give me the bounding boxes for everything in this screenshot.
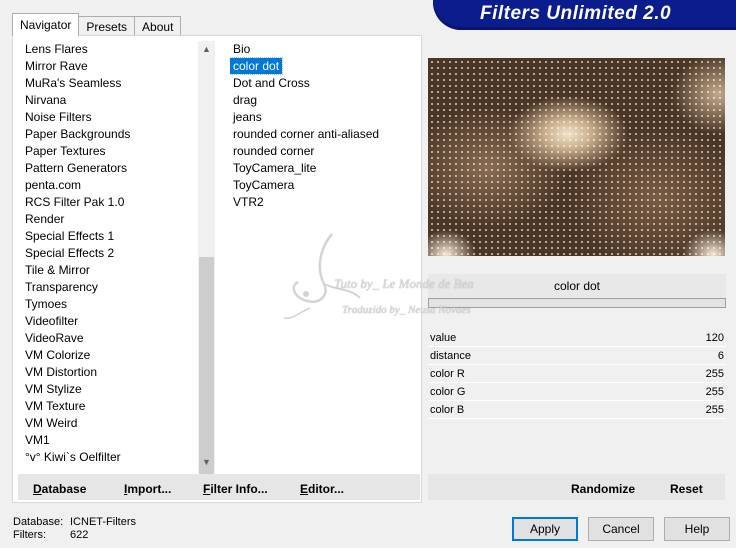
category-item[interactable]: VM Weird <box>18 415 198 432</box>
category-scrollbar[interactable]: ▲ ▼ <box>198 41 215 494</box>
filter-item-label: color dot <box>230 57 284 75</box>
watermark-line-1: Tuto by_ Le Monde de Bea <box>334 276 474 291</box>
filter-item-label: rounded corner <box>233 144 315 158</box>
parameter-value: 255 <box>705 386 724 398</box>
cancel-button[interactable]: Cancel <box>588 517 654 541</box>
filter-item-label: drag <box>233 93 258 107</box>
category-item[interactable]: VM Texture <box>18 398 198 415</box>
parameter-value: 255 <box>705 404 724 416</box>
category-item[interactable]: VM Distortion <box>18 364 198 381</box>
category-item[interactable]: Tile & Mirror <box>18 262 198 279</box>
preview-dot-pattern <box>428 58 725 256</box>
tab-navigator[interactable]: Navigator <box>12 13 80 36</box>
filter-item[interactable]: jeans <box>230 109 420 126</box>
filter-item-label: ToyCamera_lite <box>233 161 317 175</box>
filter-item[interactable]: rounded corner <box>230 143 420 160</box>
category-item[interactable]: VM Stylize <box>18 381 198 398</box>
category-item[interactable]: Nirvana <box>18 92 198 109</box>
filter-item[interactable]: Bio <box>230 41 420 58</box>
category-item[interactable]: Pattern Generators <box>18 160 198 177</box>
category-item[interactable]: Mirror Rave <box>18 58 198 75</box>
status-database-label: Database: <box>13 516 64 528</box>
category-item[interactable]: Special Effects 1 <box>18 228 198 245</box>
navigator-toolbar: Database Import... Filter Info... Editor… <box>18 474 420 500</box>
category-list[interactable]: Lens Flares Mirror Rave MuRa's Seamless Nir… <box>18 41 198 471</box>
tab-about[interactable]: About <box>134 16 182 36</box>
filter-item[interactable]: ToyCamera_lite <box>230 160 420 177</box>
parameter-row[interactable]: color B 255 <box>428 401 726 419</box>
tab-presets[interactable]: Presets <box>78 16 136 36</box>
category-item[interactable]: Transparency <box>18 279 198 296</box>
filter-item[interactable]: Dot and Cross <box>230 75 420 92</box>
parameter-row[interactable]: value 120 <box>428 329 726 347</box>
reset-button[interactable]: Reset <box>670 482 703 496</box>
randomize-button[interactable]: Randomize <box>571 482 635 496</box>
status-database-value: ICNET-Filters <box>70 516 136 528</box>
status-database: Database: ICNET-Filters <box>13 516 136 528</box>
parameter-name: distance <box>430 350 471 362</box>
parameter-name: color R <box>430 368 465 380</box>
status-filters-label: Filters: <box>13 529 46 541</box>
category-item[interactable]: VideoRave <box>18 330 198 347</box>
category-item[interactable]: Tymoes <box>18 296 198 313</box>
category-item[interactable]: VM Colorize <box>18 347 198 364</box>
category-item[interactable]: Paper Textures <box>18 143 198 160</box>
filter-item-label: rounded corner anti-aliased <box>233 127 380 141</box>
category-item[interactable]: MuRa's Seamless <box>18 75 198 92</box>
scroll-down-icon[interactable]: ▼ <box>198 454 215 471</box>
filter-item[interactable]: color dot <box>230 57 420 75</box>
apply-button[interactable]: Apply <box>512 517 578 541</box>
filter-item-label: VTR2 <box>233 195 264 209</box>
filter-item[interactable]: rounded corner anti-aliased <box>230 126 420 143</box>
parameter-name: value <box>430 332 457 344</box>
watermark: Tuto by_ Le Monde de Bea Traduzido by_ N… <box>280 228 520 328</box>
parameter-name: color B <box>430 404 465 416</box>
database-button[interactable]: Database <box>33 482 86 496</box>
filter-item-label: Dot and Cross <box>233 76 310 90</box>
category-item[interactable]: °v° Kiwi`s Oelfilter <box>18 449 198 466</box>
parameter-row[interactable]: color R 255 <box>428 365 726 383</box>
category-item[interactable]: Render <box>18 211 198 228</box>
filter-item-label: jeans <box>233 110 262 124</box>
category-item[interactable]: Special Effects 2 <box>18 245 198 262</box>
parameter-row[interactable]: distance 6 <box>428 347 726 365</box>
category-item[interactable]: Lens Flares <box>18 41 198 58</box>
editor-button[interactable]: Editor... <box>300 482 344 496</box>
category-item[interactable]: Paper Backgrounds <box>18 126 198 143</box>
filter-item[interactable]: drag <box>230 92 420 109</box>
scroll-up-icon[interactable]: ▲ <box>198 41 215 58</box>
filter-item-label: ToyCamera <box>233 178 295 192</box>
parameter-row[interactable]: color G 255 <box>428 383 726 401</box>
preview-image <box>428 58 725 256</box>
preview-toolbar: Randomize Reset <box>428 474 725 500</box>
status-filters: Filters: 622 <box>13 529 88 541</box>
help-button[interactable]: Help <box>664 517 730 541</box>
parameter-value: 255 <box>705 368 724 380</box>
app-title: Filters Unlimited 2.0 <box>480 3 672 24</box>
filter-item[interactable]: VTR2 <box>230 194 420 211</box>
watermark-line-2: Traduzido by_ Neusa Novaes <box>342 304 471 316</box>
category-item[interactable]: penta.com <box>18 177 198 194</box>
parameter-value: 6 <box>717 350 724 362</box>
filter-info-button[interactable]: Filter Info... <box>203 482 268 496</box>
parameter-value: 120 <box>705 332 724 344</box>
category-item[interactable]: Noise Filters <box>18 109 198 126</box>
category-item[interactable]: Videofilter <box>18 313 198 330</box>
category-item[interactable]: VM1 <box>18 432 198 449</box>
parameter-name: color G <box>430 386 466 398</box>
filter-item[interactable]: ToyCamera <box>230 177 420 194</box>
category-item[interactable]: RCS Filter Pak 1.0 <box>18 194 198 211</box>
status-filters-value: 622 <box>70 529 89 541</box>
tab-strip: Navigator Presets About <box>12 12 182 36</box>
import-button[interactable]: Import... <box>124 482 171 496</box>
filter-item-label: Bio <box>233 42 251 56</box>
